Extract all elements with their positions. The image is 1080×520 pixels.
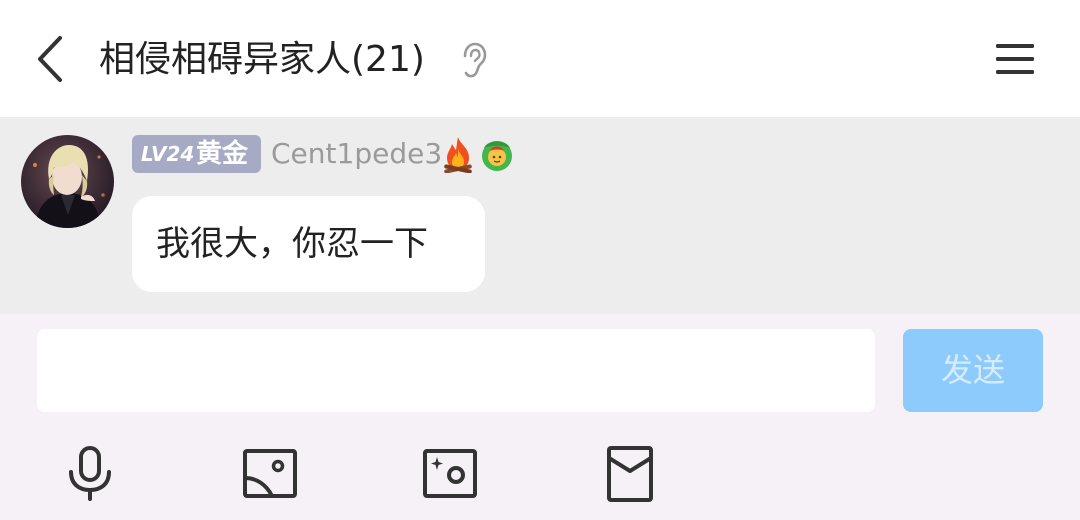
level-text: LV24 [141, 142, 195, 166]
face-emoji-icon [482, 141, 512, 171]
message-text: 我很大，你忍一下 [156, 224, 428, 264]
level-badge: LV24 黄金 [132, 135, 261, 173]
message-input[interactable] [37, 329, 875, 412]
rank-text: 黄金 [196, 139, 249, 169]
fire-icon [444, 137, 472, 173]
message-list: LV24 黄金 Cent1pede3 我很大，你忍一下 [0, 117, 1080, 314]
chat-title: 相侵相碍异家人(21) [99, 39, 425, 80]
image-icon[interactable] [240, 444, 300, 504]
hamburger-menu-icon[interactable] [994, 40, 1036, 78]
microphone-icon[interactable] [60, 444, 120, 504]
chevron-left-icon[interactable] [30, 34, 74, 84]
red-envelope-icon[interactable] [600, 444, 660, 504]
ear-icon[interactable] [458, 41, 488, 79]
message-bubble[interactable]: 我很大，你忍一下 [132, 196, 485, 292]
top-bar: 相侵相碍异家人(21) [0, 0, 1080, 117]
avatar[interactable] [21, 135, 114, 228]
sparkle-camera-icon[interactable] [420, 444, 480, 504]
sender-name[interactable]: Cent1pede3 [271, 135, 442, 173]
send-button[interactable]: 发送 [903, 329, 1043, 412]
composer: 发送 [0, 314, 1080, 520]
